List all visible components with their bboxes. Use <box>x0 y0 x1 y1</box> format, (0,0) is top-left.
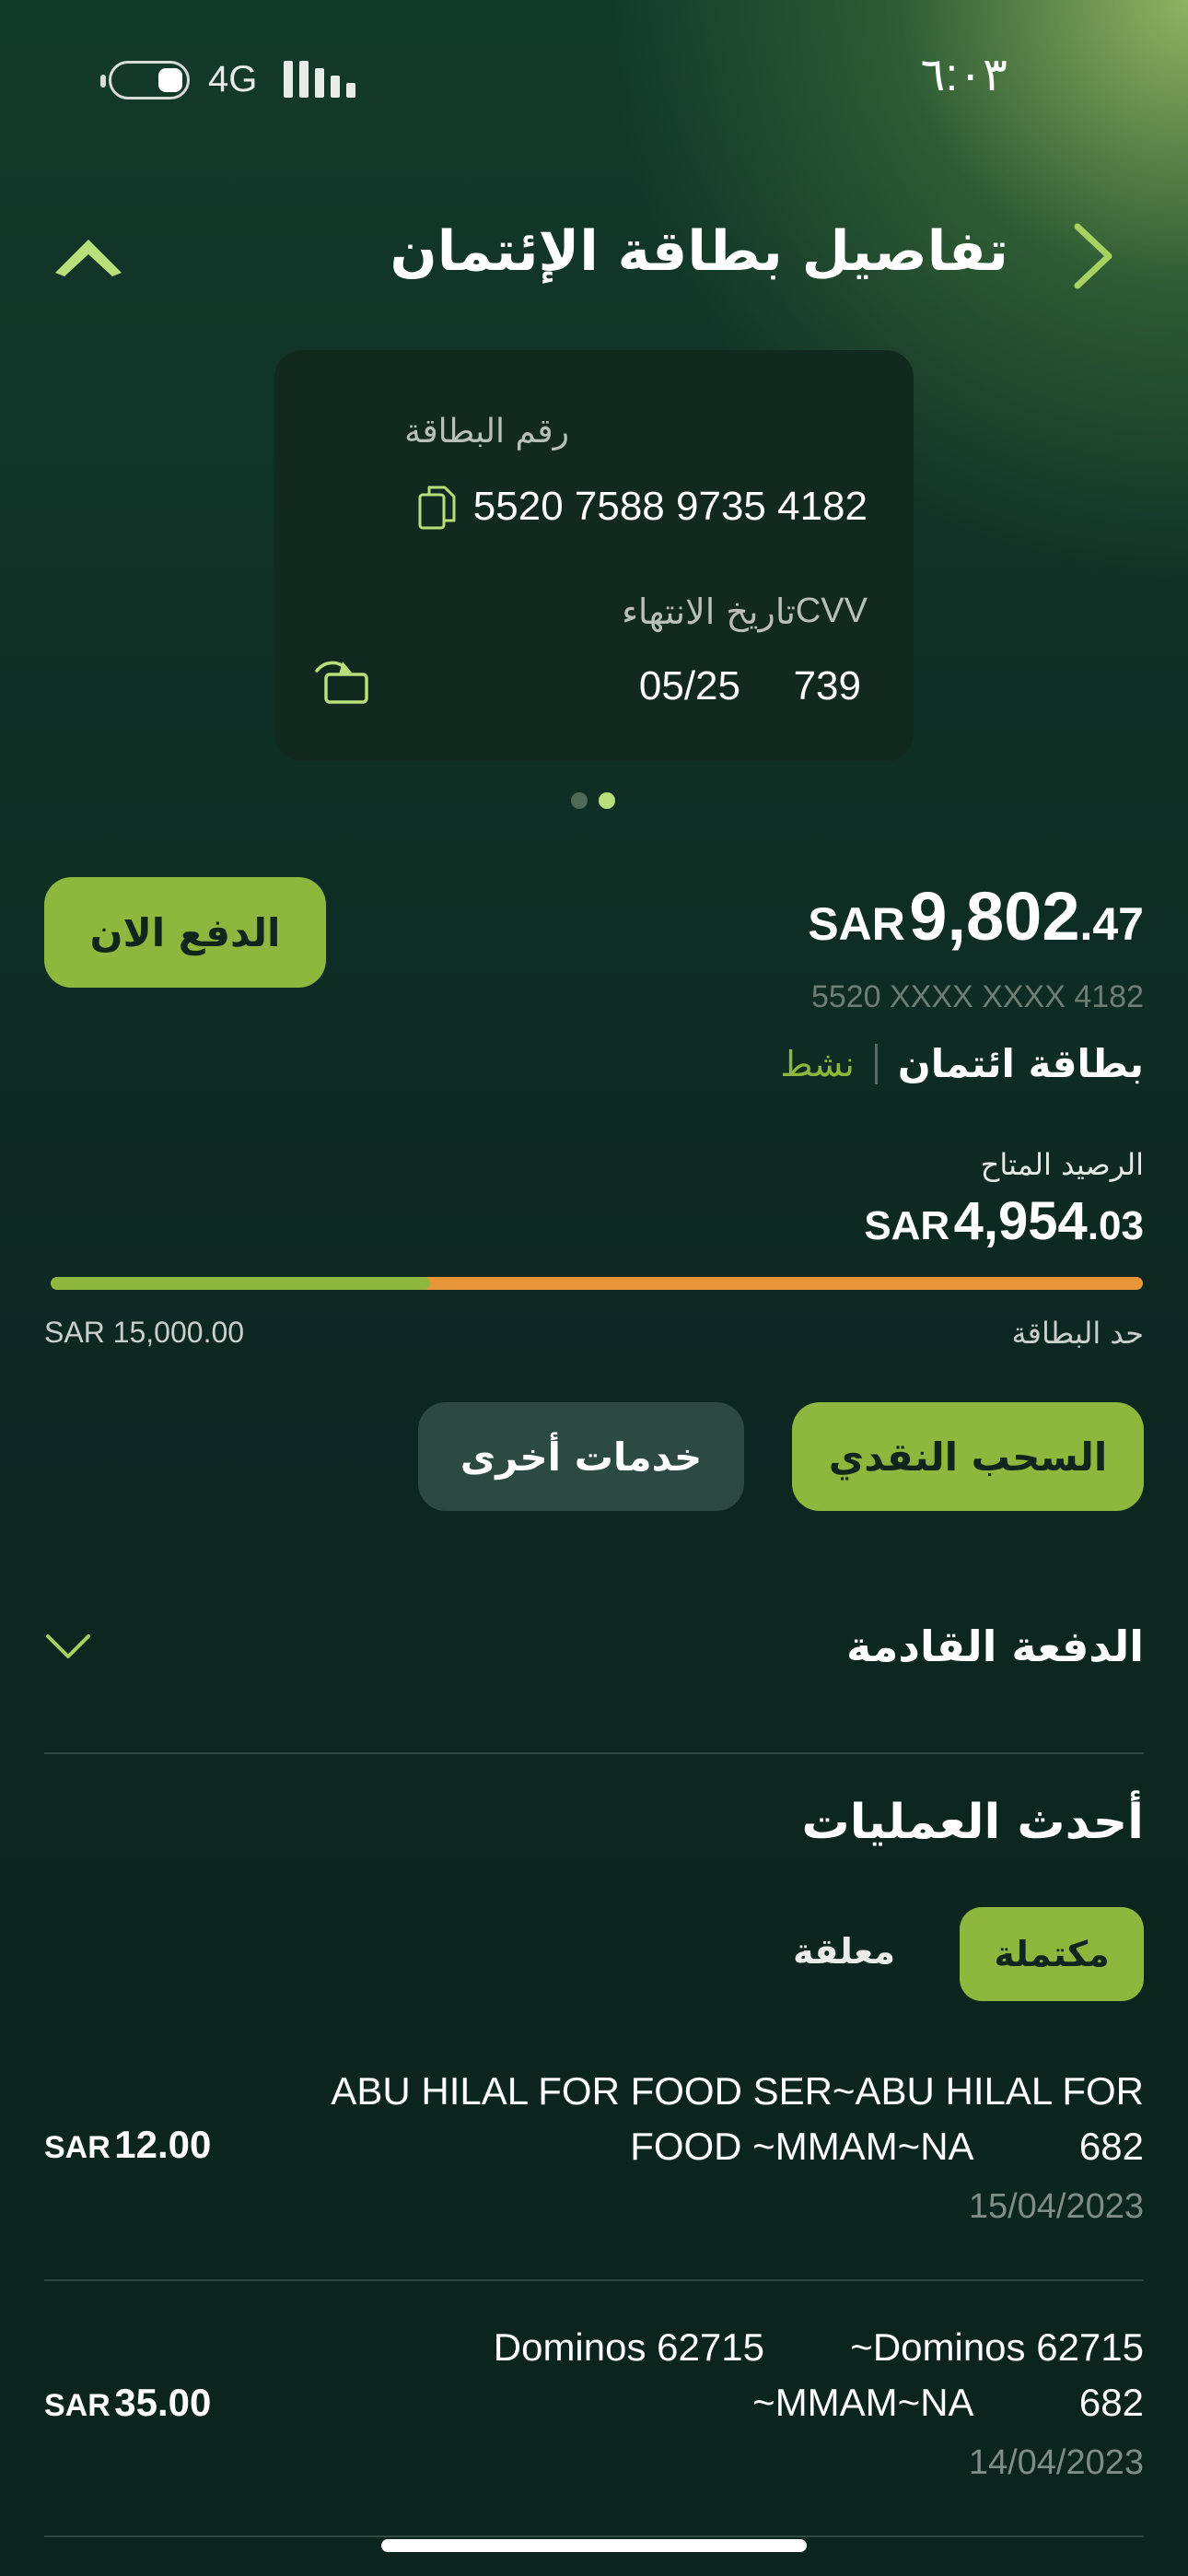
page-title: تفاصيل بطاقة الإئتمان <box>390 219 1008 284</box>
transaction-value: 12.00 <box>114 2123 212 2166</box>
cash-withdrawal-button[interactable]: السحب النقدي <box>792 1402 1144 1511</box>
card-number-label: رقم البطاقة <box>404 413 569 451</box>
expiry-label: تاريخ الانتهاء <box>622 591 796 632</box>
transaction-date: 14/04/2023 <box>968 2443 1144 2482</box>
transaction-amount: SAR 35.00 <box>44 2381 211 2425</box>
balance-currency: SAR <box>808 898 905 950</box>
card-number: 5520 7588 9735 4182 <box>472 484 868 529</box>
tab-pending[interactable]: معلقة <box>793 1931 895 1972</box>
card-pager[interactable] <box>571 792 615 809</box>
transaction-amount: SAR 12.00 <box>44 2123 211 2167</box>
other-services-button[interactable]: خدمات أخرى <box>418 1402 744 1511</box>
cvv-label: CVV <box>795 591 868 630</box>
chevron-down-icon[interactable] <box>44 1631 92 1662</box>
balance-decimal: .47 <box>1079 898 1144 950</box>
chevron-right-icon[interactable] <box>1061 219 1125 293</box>
status-time: ٦:٠٣ <box>920 49 1007 100</box>
available-decimal: .03 <box>1087 1203 1144 1248</box>
expiry-value: 05/25 <box>638 663 740 708</box>
transaction-divider <box>44 2535 1144 2537</box>
pager-dot[interactable] <box>571 792 588 809</box>
card-type: بطاقة ائتمان <box>897 1041 1144 1086</box>
available-balance: SAR 4,954.03 <box>864 1190 1144 1252</box>
card-limit-value: SAR 15,000.00 <box>44 1316 245 1349</box>
credit-usage-fill <box>51 1277 430 1290</box>
tab-completed[interactable]: مكتملة <box>960 1907 1144 2001</box>
transaction-divider <box>44 2279 1144 2281</box>
transaction-description[interactable]: Dominos 62715 ~Dominos 62715 ~MMAM~NA 68… <box>287 2320 1144 2430</box>
cvv-value: 739 <box>793 663 861 708</box>
section-divider <box>44 1752 1144 1754</box>
credit-usage-bar <box>51 1277 1143 1290</box>
divider <box>874 1043 878 1084</box>
recent-transactions-title: أحدث العمليات <box>801 1795 1145 1850</box>
masked-card-number: 5520 XXXX XXXX 4182 <box>810 979 1144 1014</box>
balance-whole: 9,802 <box>909 878 1080 954</box>
card-limit-label: حد البطاقة <box>1011 1316 1145 1351</box>
signal-icon <box>284 61 355 98</box>
transaction-value: 35.00 <box>114 2381 212 2424</box>
transaction-currency: SAR <box>44 2130 111 2165</box>
home-indicator[interactable] <box>381 2539 807 2552</box>
pager-dot-active[interactable] <box>599 792 615 809</box>
available-whole: 4,954 <box>953 1191 1088 1251</box>
transaction-currency: SAR <box>44 2388 111 2423</box>
network-type: 4G <box>208 59 258 100</box>
card-type-row: بطاقة ائتمان نشط <box>780 1041 1144 1086</box>
outstanding-balance: SAR 9,802.47 <box>808 877 1144 955</box>
next-payment-title[interactable]: الدفعة القادمة <box>846 1622 1144 1671</box>
copy-icon[interactable] <box>417 484 458 532</box>
transaction-description[interactable]: ABU HILAL FOR FOOD SER~ABU HILAL FOR FOO… <box>287 2064 1144 2174</box>
available-balance-label: الرصيد المتاح <box>980 1147 1144 1182</box>
flip-card-icon[interactable] <box>311 654 372 708</box>
transaction-date: 15/04/2023 <box>968 2187 1144 2226</box>
status-badge: نشط <box>780 1043 855 1084</box>
card-details-panel: رقم البطاقة 5520 7588 9735 4182 تاريخ ال… <box>274 350 914 761</box>
chevron-up-icon[interactable] <box>52 230 125 286</box>
available-currency: SAR <box>864 1203 950 1248</box>
battery-icon <box>100 61 190 100</box>
pay-now-button[interactable]: الدفع الان <box>44 877 326 988</box>
